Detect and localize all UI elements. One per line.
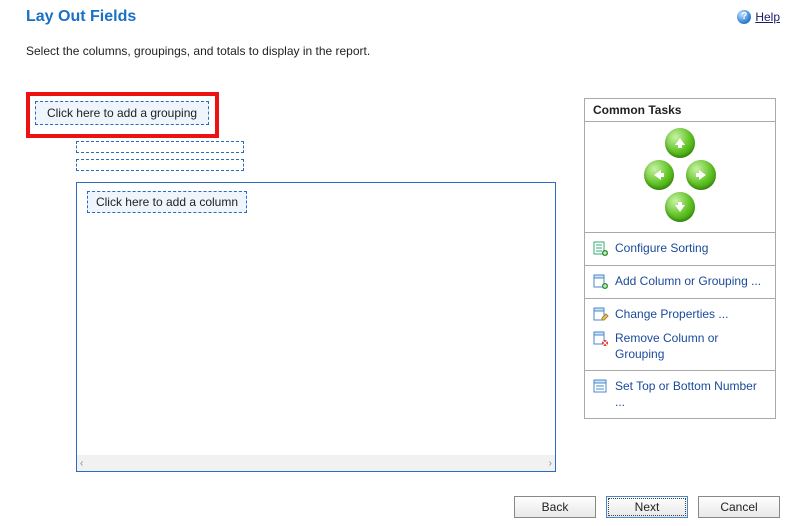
back-button[interactable]: Back — [514, 496, 596, 518]
task-label: Configure Sorting — [615, 241, 767, 257]
instruction-text: Select the columns, groupings, and total… — [0, 26, 798, 64]
arrow-down-button[interactable] — [665, 192, 695, 222]
arrow-right-button[interactable] — [686, 160, 716, 190]
common-tasks-header: Common Tasks — [585, 99, 775, 122]
configure-sorting-link[interactable]: Configure Sorting — [585, 237, 775, 261]
remove-column-icon — [593, 331, 609, 347]
common-tasks-panel: Common Tasks Configure Sorting — [584, 98, 776, 419]
properties-icon — [593, 307, 609, 323]
add-column-icon — [593, 274, 609, 290]
add-column-placeholder[interactable]: Click here to add a column — [87, 191, 247, 213]
next-button[interactable]: Next — [606, 496, 688, 518]
help-label: Help — [755, 10, 780, 24]
task-label: Add Column or Grouping ... — [615, 274, 767, 290]
button-bar: Back Next Cancel — [514, 496, 780, 518]
sort-icon — [593, 241, 609, 257]
grouping-row-stub[interactable] — [76, 159, 244, 171]
change-properties-link[interactable]: Change Properties ... — [585, 303, 775, 327]
highlight-box — [26, 92, 219, 138]
layout-area: Click here to add a grouping Click here … — [26, 92, 566, 472]
report-canvas: Click here to add a column ‹ › — [76, 182, 556, 472]
set-top-bottom-link[interactable]: Set Top or Bottom Number ... — [585, 375, 775, 414]
help-icon — [737, 10, 751, 24]
arrow-pad — [585, 122, 775, 233]
page-title: Lay Out Fields — [26, 8, 136, 26]
cancel-button[interactable]: Cancel — [698, 496, 780, 518]
task-label: Remove Column or Grouping — [615, 331, 767, 362]
grouping-row-stub[interactable] — [76, 141, 244, 153]
scroll-right-icon[interactable]: › — [549, 458, 552, 469]
topn-icon — [593, 379, 609, 395]
add-column-grouping-link[interactable]: Add Column or Grouping ... — [585, 270, 775, 294]
arrow-left-button[interactable] — [644, 160, 674, 190]
task-label: Change Properties ... — [615, 307, 767, 323]
help-link[interactable]: Help — [737, 10, 780, 24]
arrow-up-button[interactable] — [665, 128, 695, 158]
task-label: Set Top or Bottom Number ... — [615, 379, 767, 410]
horizontal-scrollbar[interactable]: ‹ › — [77, 455, 555, 471]
scroll-left-icon[interactable]: ‹ — [80, 458, 83, 469]
remove-column-grouping-link[interactable]: Remove Column or Grouping — [585, 327, 775, 366]
